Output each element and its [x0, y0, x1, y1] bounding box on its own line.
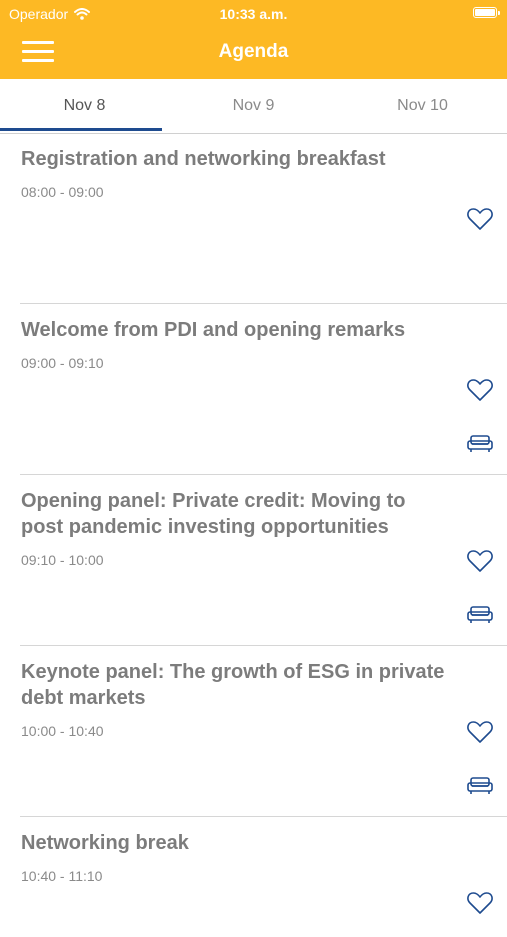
- heart-icon[interactable]: [466, 890, 494, 916]
- list-item[interactable]: Keynote panel: The growth of ESG in priv…: [20, 646, 507, 817]
- session-time: 10:40 - 11:10: [21, 868, 103, 884]
- status-bar: Operador 10:33 a.m.: [0, 0, 507, 28]
- sofa-icon: [467, 435, 493, 452]
- session-time: 09:10 - 10:00: [21, 552, 104, 568]
- session-title: Networking break: [21, 832, 189, 854]
- page-title: Agenda: [218, 41, 289, 62]
- heart-icon[interactable]: [466, 719, 494, 745]
- session-title: Keynote panel: The growth of ESG in priv…: [21, 661, 445, 709]
- tab-nov-10[interactable]: Nov 10: [338, 79, 507, 133]
- app-header: Operador 10:33 a.m. Agenda: [0, 0, 507, 79]
- list-item[interactable]: Networking break 10:40 - 11:10: [20, 817, 507, 937]
- session-title: Opening panel: Private credit: Moving to…: [21, 490, 406, 538]
- tab-nov-8[interactable]: Nov 8: [0, 79, 169, 133]
- active-tab-indicator: [0, 128, 162, 131]
- list-item[interactable]: Registration and networking breakfast 08…: [20, 133, 507, 304]
- heart-icon[interactable]: [466, 377, 494, 403]
- status-time: 10:33 a.m.: [219, 6, 288, 22]
- session-title: Welcome from PDI and opening remarks: [21, 319, 406, 341]
- session-time: 08:00 - 09:00: [21, 184, 104, 200]
- session-time: 09:00 - 09:10: [21, 355, 104, 371]
- session-time: 10:00 - 10:40: [21, 723, 104, 739]
- list-item[interactable]: Opening panel: Private credit: Moving to…: [20, 475, 507, 646]
- date-tabs: Nov 8 Nov 9 Nov 10: [0, 79, 507, 134]
- sofa-icon: [467, 777, 493, 794]
- tab-nov-9[interactable]: Nov 9: [169, 79, 338, 133]
- sofa-icon: [467, 606, 493, 623]
- list-item[interactable]: Welcome from PDI and opening remarks 09:…: [20, 304, 507, 475]
- session-title: Registration and networking breakfast: [21, 148, 386, 170]
- heart-icon[interactable]: [466, 548, 494, 574]
- battery-icon: [473, 7, 500, 18]
- heart-icon[interactable]: [466, 206, 494, 232]
